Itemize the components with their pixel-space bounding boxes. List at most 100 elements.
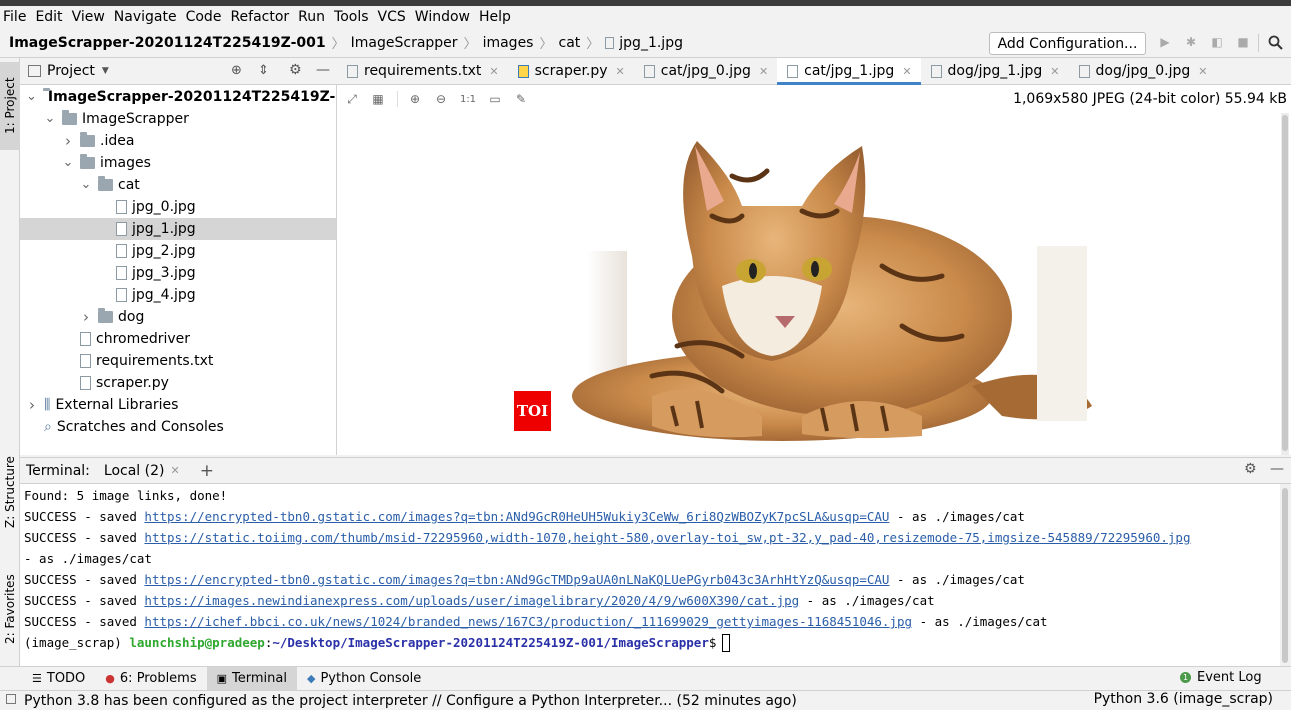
tree-item[interactable]: chromedriver — [20, 328, 336, 350]
terminal-scrollbar-thumb[interactable] — [1282, 488, 1288, 663]
event-log-button[interactable]: 1 Event Log — [1180, 670, 1262, 685]
coverage-icon[interactable]: ◧ — [1210, 35, 1224, 49]
terminal-output[interactable]: Found: 5 image links, done! SUCCESS - sa… — [20, 484, 1280, 666]
tab-python-console[interactable]: ◆ Python Console — [297, 667, 431, 691]
menu-navigate[interactable]: Navigate — [114, 9, 177, 25]
menu-edit[interactable]: Edit — [35, 9, 62, 25]
tree-item[interactable]: jpg_2.jpg — [20, 240, 336, 262]
breadcrumb-file[interactable]: jpg_1.jpg — [619, 35, 683, 51]
terminal-tab-local[interactable]: Local (2) — [104, 463, 165, 479]
tree-item[interactable]: ⌄ ImageScrapper — [20, 108, 336, 130]
menu-file[interactable]: File — [3, 9, 26, 25]
breadcrumb-imagescrapper[interactable]: ImageScrapper — [351, 35, 458, 51]
close-icon[interactable]: ✕ — [1198, 65, 1207, 78]
menu-view[interactable]: View — [72, 9, 105, 25]
file-icon — [116, 222, 127, 236]
tree-item[interactable]: scraper.py — [20, 372, 336, 394]
terminal-link[interactable]: https://encrypted-tbn0.gstatic.com/image… — [144, 509, 889, 524]
gear-icon[interactable]: ⚙ — [1244, 461, 1257, 477]
menu-run[interactable]: Run — [298, 9, 325, 25]
minimize-icon[interactable]: — — [1270, 461, 1284, 477]
tab-structure[interactable]: Z: Structure — [0, 456, 20, 528]
tree-item[interactable]: ⌄ images — [20, 152, 336, 174]
tab-problems[interactable]: ● 6: Problems — [95, 667, 206, 691]
debug-icon[interactable]: ✱ — [1184, 35, 1198, 49]
menu-window[interactable]: Window — [415, 9, 470, 25]
color-picker-icon[interactable]: ✎ — [514, 92, 528, 106]
menu-refactor[interactable]: Refactor — [230, 9, 289, 25]
menu-tools[interactable]: Tools — [334, 9, 369, 25]
tree-item[interactable]: jpg_0.jpg — [20, 196, 336, 218]
tab-project[interactable]: 1: Project — [0, 62, 20, 150]
breadcrumb-cat[interactable]: cat — [559, 35, 581, 51]
chevron-down-icon[interactable]: ▼ — [102, 66, 109, 76]
menu-vcs[interactable]: VCS — [378, 9, 406, 25]
breadcrumb-images[interactable]: images — [483, 35, 534, 51]
zoom-out-icon[interactable]: ⊖ — [434, 92, 448, 106]
chevron-down-icon[interactable]: ⌄ — [44, 112, 56, 125]
menu-code[interactable]: Code — [186, 9, 222, 25]
tree-item[interactable]: jpg_3.jpg — [20, 262, 336, 284]
status-toggle-icon[interactable] — [6, 694, 16, 704]
chevron-down-icon[interactable]: ⌄ — [62, 156, 74, 169]
stop-icon[interactable]: ■ — [1236, 35, 1250, 49]
tree-item-label: requirements.txt — [96, 353, 214, 369]
terminal-link[interactable]: https://static.toiimg.com/thumb/msid-722… — [144, 530, 1190, 545]
tree-item[interactable]: requirements.txt — [20, 350, 336, 372]
tree-item[interactable]: ⌕ Scratches and Consoles — [20, 416, 336, 438]
status-message[interactable]: Python 3.8 has been configured as the pr… — [24, 693, 797, 709]
chevron-right-icon[interactable]: › — [62, 132, 74, 150]
tree-item[interactable]: jpg_1.jpg — [20, 218, 336, 240]
close-icon[interactable]: ✕ — [170, 464, 179, 477]
tab-requirements-txt[interactable]: requirements.txt ✕ — [337, 58, 508, 85]
tree-item[interactable]: › .idea — [20, 130, 336, 152]
zoom-in-icon[interactable]: ⊕ — [408, 92, 422, 106]
close-icon[interactable]: ✕ — [902, 65, 911, 78]
breadcrumb-project[interactable]: ImageScrapper-20201124T225419Z-001 — [9, 35, 326, 51]
tree-item-label: Scratches and Consoles — [56, 419, 224, 435]
tree-item[interactable]: ⌄ ImageScrapper-20201124T225419Z-0( — [20, 86, 336, 108]
add-tab-icon[interactable]: + — [200, 461, 214, 481]
terminal-header: Terminal: Local (2) ✕ + — [20, 457, 1291, 484]
tab-cat-jpg-0[interactable]: cat/jpg_0.jpg ✕ — [634, 58, 777, 85]
terminal-link[interactable]: https://ichef.bbci.co.uk/news/1024/brand… — [144, 614, 912, 629]
actual-size-button[interactable]: 1:1 — [460, 92, 476, 106]
minimize-icon[interactable]: — — [316, 62, 330, 78]
tree-item[interactable]: jpg_4.jpg — [20, 284, 336, 306]
terminal-link[interactable]: https://images.newindianexpress.com/uplo… — [144, 593, 799, 608]
project-panel-title[interactable]: Project — [47, 63, 95, 79]
close-icon[interactable]: ✕ — [616, 65, 625, 78]
run-icon[interactable]: ▶ — [1158, 35, 1172, 49]
grid-icon[interactable]: ▦ — [371, 92, 385, 106]
terminal-link[interactable]: https://encrypted-tbn0.gstatic.com/image… — [144, 572, 889, 587]
chevron-right-icon[interactable]: › — [26, 396, 38, 414]
tree-item-label: jpg_3.jpg — [132, 265, 196, 281]
tab-dog-jpg-1[interactable]: dog/jpg_1.jpg ✕ — [921, 58, 1069, 85]
tree-item[interactable]: › ⫼ External Libraries — [20, 394, 336, 416]
interpreter-selector[interactable]: Python 3.6 (image_scrap) — [1094, 691, 1273, 707]
menu-help[interactable]: Help — [479, 9, 511, 25]
background-icon[interactable]: ▭ — [488, 92, 502, 106]
fit-zoom-icon[interactable]: ⤢ — [345, 92, 359, 106]
tab-favorites[interactable]: 2: Favorites — [0, 563, 20, 655]
image-scrollbar-thumb[interactable] — [1282, 115, 1288, 451]
tab-todo[interactable]: ☰ TODO — [22, 667, 95, 691]
locate-icon[interactable]: ⊕ — [231, 63, 242, 78]
close-icon[interactable]: ✕ — [1050, 65, 1059, 78]
close-icon[interactable]: ✕ — [489, 65, 498, 78]
tab-dog-jpg-0[interactable]: dog/jpg_0.jpg ✕ — [1069, 58, 1217, 85]
collapse-all-icon[interactable]: ⇕ — [258, 63, 269, 78]
add-configuration-button[interactable]: Add Configuration... — [989, 32, 1146, 55]
chevron-down-icon[interactable]: ⌄ — [26, 90, 37, 103]
chevron-right-icon[interactable]: › — [80, 308, 92, 326]
close-icon[interactable]: ✕ — [759, 65, 768, 78]
terminal-prompt[interactable]: (image_scrap) launchship@pradeep: ~/Deskt… — [24, 632, 731, 653]
tab-cat-jpg-1[interactable]: cat/jpg_1.jpg ✕ — [777, 57, 921, 85]
gear-icon[interactable]: ⚙ — [289, 62, 302, 78]
tab-scraper-py[interactable]: scraper.py ✕ — [508, 58, 634, 85]
tree-item[interactable]: › dog — [20, 306, 336, 328]
chevron-down-icon[interactable]: ⌄ — [80, 178, 92, 191]
search-icon[interactable] — [1268, 35, 1283, 50]
tab-terminal[interactable]: ▣ Terminal — [206, 666, 297, 691]
tree-item[interactable]: ⌄ cat — [20, 174, 336, 196]
